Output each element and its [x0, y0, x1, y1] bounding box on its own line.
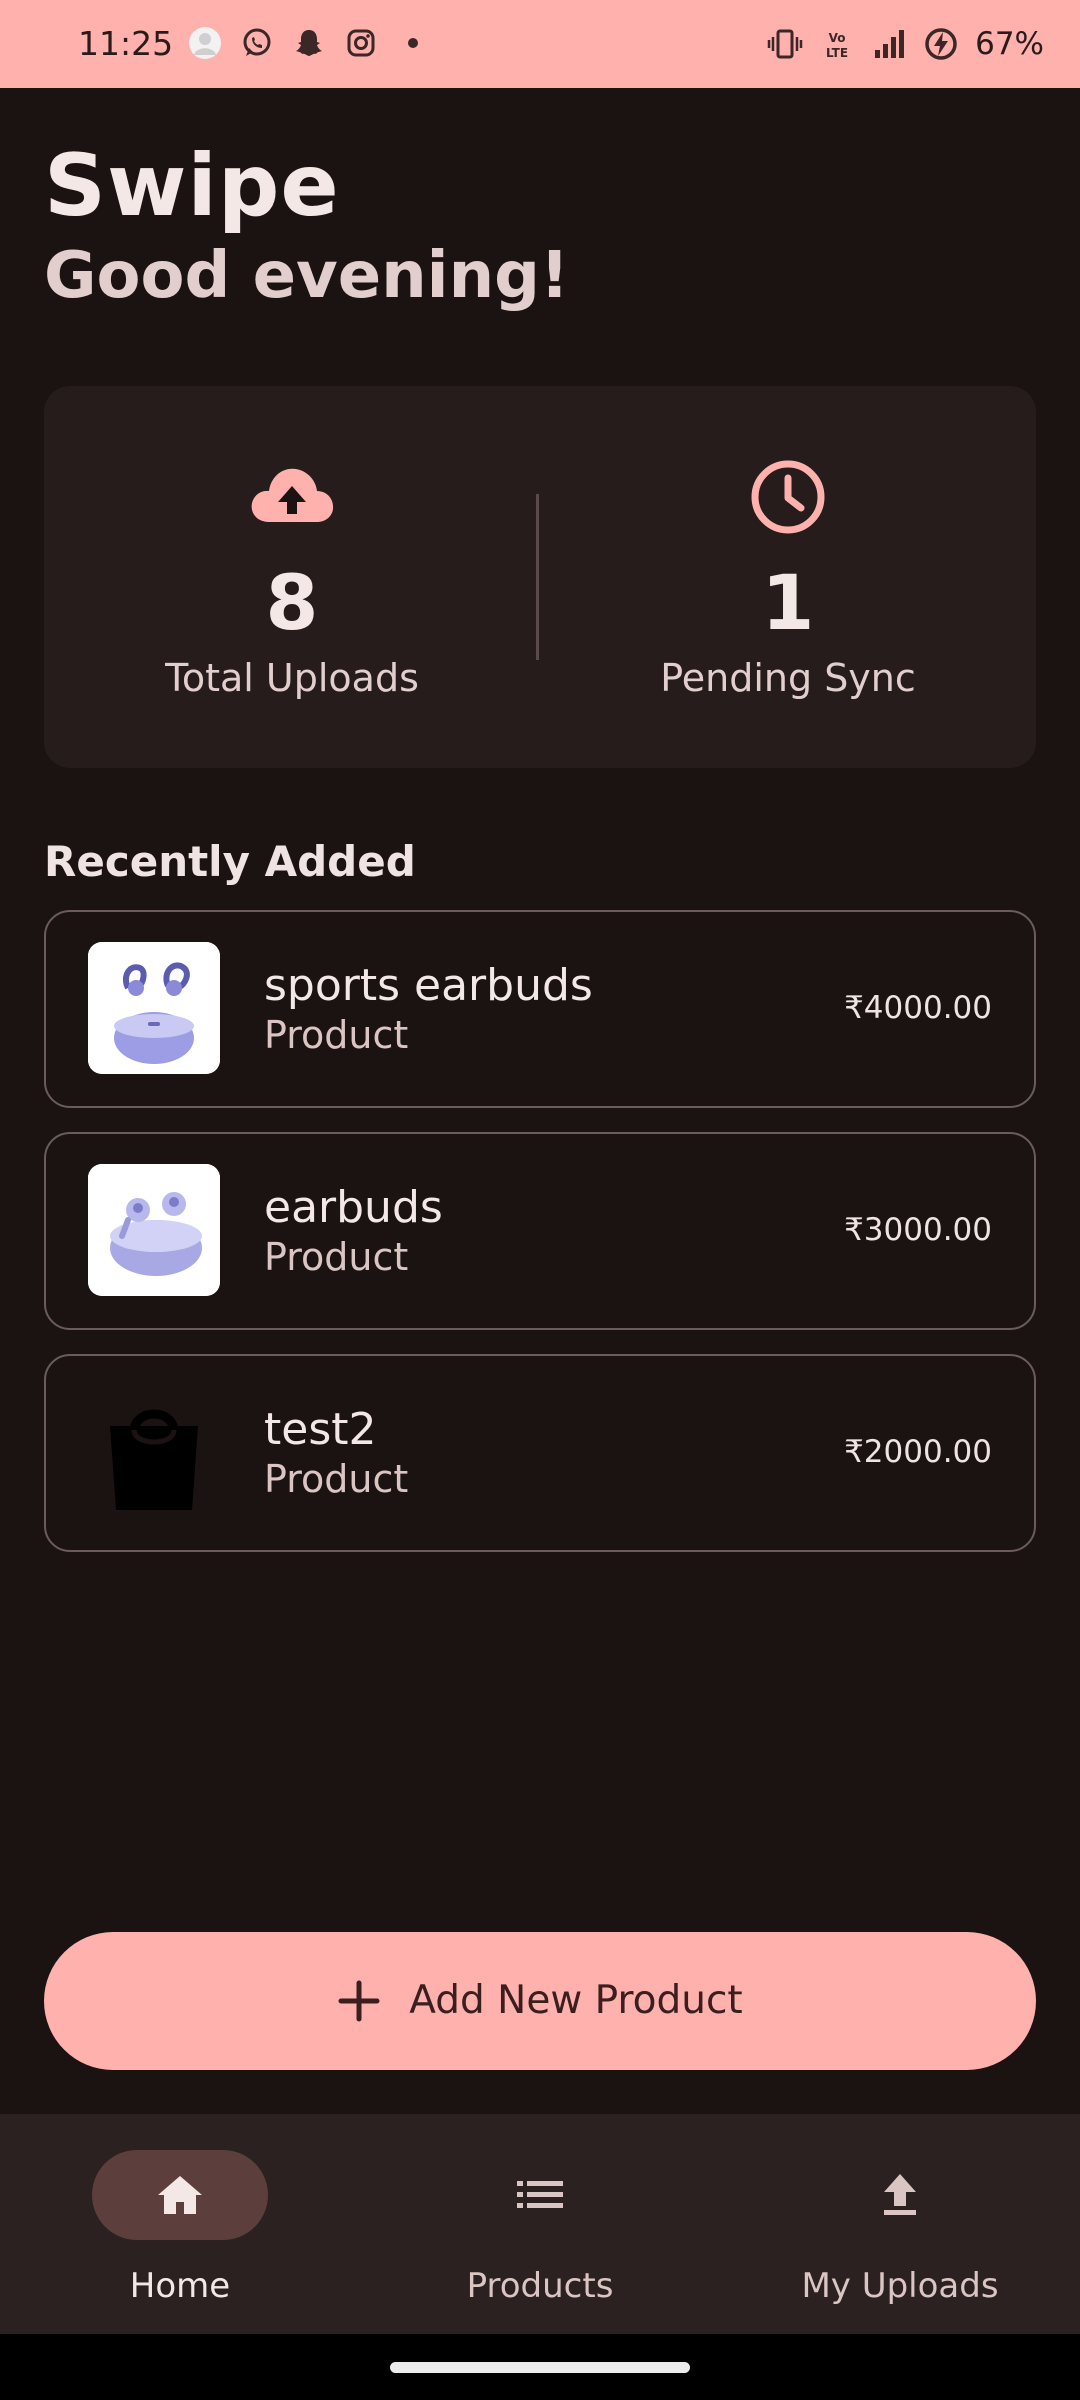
system-status: Vo LTE 67% [767, 22, 1044, 66]
product-name: sports earbuds [264, 960, 593, 1011]
home-gesture-handle[interactable] [390, 2362, 690, 2373]
svg-text:Vo: Vo [829, 31, 846, 45]
whatsapp-icon [243, 28, 271, 56]
nav-icon-container [812, 2150, 988, 2240]
instagram-icon [347, 29, 375, 57]
nav-label-my-uploads: My Uploads [801, 2266, 999, 2306]
add-new-product-label: Add New Product [409, 1978, 743, 2023]
status-bar: 11:25 Vo LTE 67% [0, 0, 1080, 88]
nav-item-products[interactable]: Products [360, 2114, 720, 2334]
upload-icon [884, 2174, 916, 2215]
signal-icon [875, 30, 905, 58]
status-time: 11:25 [78, 24, 174, 63]
product-card-test2[interactable]: test2 Product ₹2000.00 [44, 1354, 1036, 1552]
recently-added-heading: Recently Added [44, 837, 416, 886]
nav-item-my-uploads[interactable]: My Uploads [720, 2114, 1080, 2334]
pending-sync-stat: 1 Pending Sync [540, 386, 1036, 768]
shopping-bag-image [88, 1386, 220, 1518]
product-card-earbuds[interactable]: earbuds Product ₹3000.00 [44, 1132, 1036, 1330]
dot-icon [408, 38, 418, 48]
product-name: test2 [264, 1404, 377, 1455]
battery-percentage: 67% [975, 26, 1044, 62]
pending-sync-label: Pending Sync [660, 656, 916, 700]
app-title: Swipe [44, 136, 340, 236]
total-uploads-label: Total Uploads [165, 656, 419, 700]
nav-label-home: Home [129, 2266, 231, 2306]
product-price: ₹2000.00 [844, 1434, 992, 1470]
stats-card: 8 Total Uploads 1 Pending Sync [44, 386, 1036, 768]
volte-icon: Vo LTE [826, 31, 848, 60]
bottom-navigation: Home Products My Uploads [0, 2114, 1080, 2334]
product-price: ₹4000.00 [844, 990, 992, 1026]
vibrate-icon [767, 29, 803, 59]
notification-icons [188, 26, 430, 60]
home-icon [158, 2176, 202, 2214]
stats-divider [536, 494, 539, 660]
cloud-upload-icon [251, 468, 334, 522]
product-card-sports-earbuds[interactable]: sports earbuds Product ₹4000.00 [44, 910, 1036, 1108]
greeting-text: Good evening! [44, 239, 570, 313]
add-new-product-button[interactable]: Add New Product [44, 1932, 1036, 2070]
avatar-icon [189, 27, 221, 59]
total-uploads-value: 8 [265, 558, 319, 647]
product-type: Product [264, 1235, 409, 1279]
earbuds-image [88, 1164, 220, 1296]
app-screen: 11:25 Vo LTE 67% Swipe Good evening! 8 T… [0, 0, 1080, 2400]
pending-sync-value: 1 [761, 558, 815, 647]
battery-charging-icon [925, 28, 957, 60]
product-name: earbuds [264, 1182, 443, 1233]
recent-products-list: sports earbuds Product ₹4000.00 earbuds [44, 910, 1036, 1576]
total-uploads-stat: 8 Total Uploads [44, 386, 540, 768]
nav-label-products: Products [466, 2266, 614, 2306]
sports-earbuds-image [88, 942, 220, 1074]
product-type: Product [264, 1457, 409, 1501]
nav-item-home[interactable]: Home [0, 2114, 360, 2334]
product-price: ₹3000.00 [844, 1212, 992, 1248]
svg-text:LTE: LTE [826, 46, 848, 60]
product-type: Product [264, 1013, 409, 1057]
snapchat-icon [296, 30, 322, 56]
clock-icon [751, 460, 825, 534]
nav-active-indicator [92, 2150, 268, 2240]
nav-icon-container [452, 2150, 628, 2240]
plus-icon [338, 1980, 380, 2022]
gesture-bar [0, 2334, 1080, 2400]
list-icon [517, 2181, 563, 2208]
